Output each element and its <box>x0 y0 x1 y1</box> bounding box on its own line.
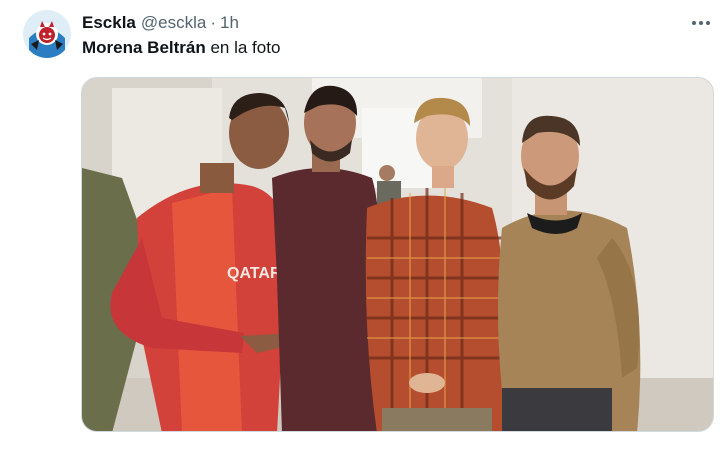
avatar[interactable] <box>23 10 71 58</box>
more-horizontal-icon <box>692 21 696 25</box>
more-options-button[interactable] <box>686 14 716 32</box>
user-handle[interactable]: @esckla <box>141 13 206 33</box>
tweet-text-mention: Morena Beltrán <box>82 38 206 57</box>
display-name[interactable]: Esckla <box>82 13 136 33</box>
tweet-text-body: en la foto <box>205 38 281 57</box>
tweet-media[interactable]: QATAR AIRWAYS <box>81 77 714 432</box>
timestamp[interactable]: 1h <box>220 13 239 33</box>
tweet-card: Esckla @esckla · 1h Morena Beltrán en la… <box>0 0 728 470</box>
group-photo-image: QATAR AIRWAYS <box>82 78 713 431</box>
separator-dot: · <box>210 13 217 32</box>
tweet-header: Esckla @esckla · 1h <box>82 12 239 34</box>
more-horizontal-icon <box>699 21 703 25</box>
devil-avatar-icon <box>23 10 71 58</box>
tweet-text: Morena Beltrán en la foto <box>82 38 280 58</box>
more-horizontal-icon <box>706 21 710 25</box>
